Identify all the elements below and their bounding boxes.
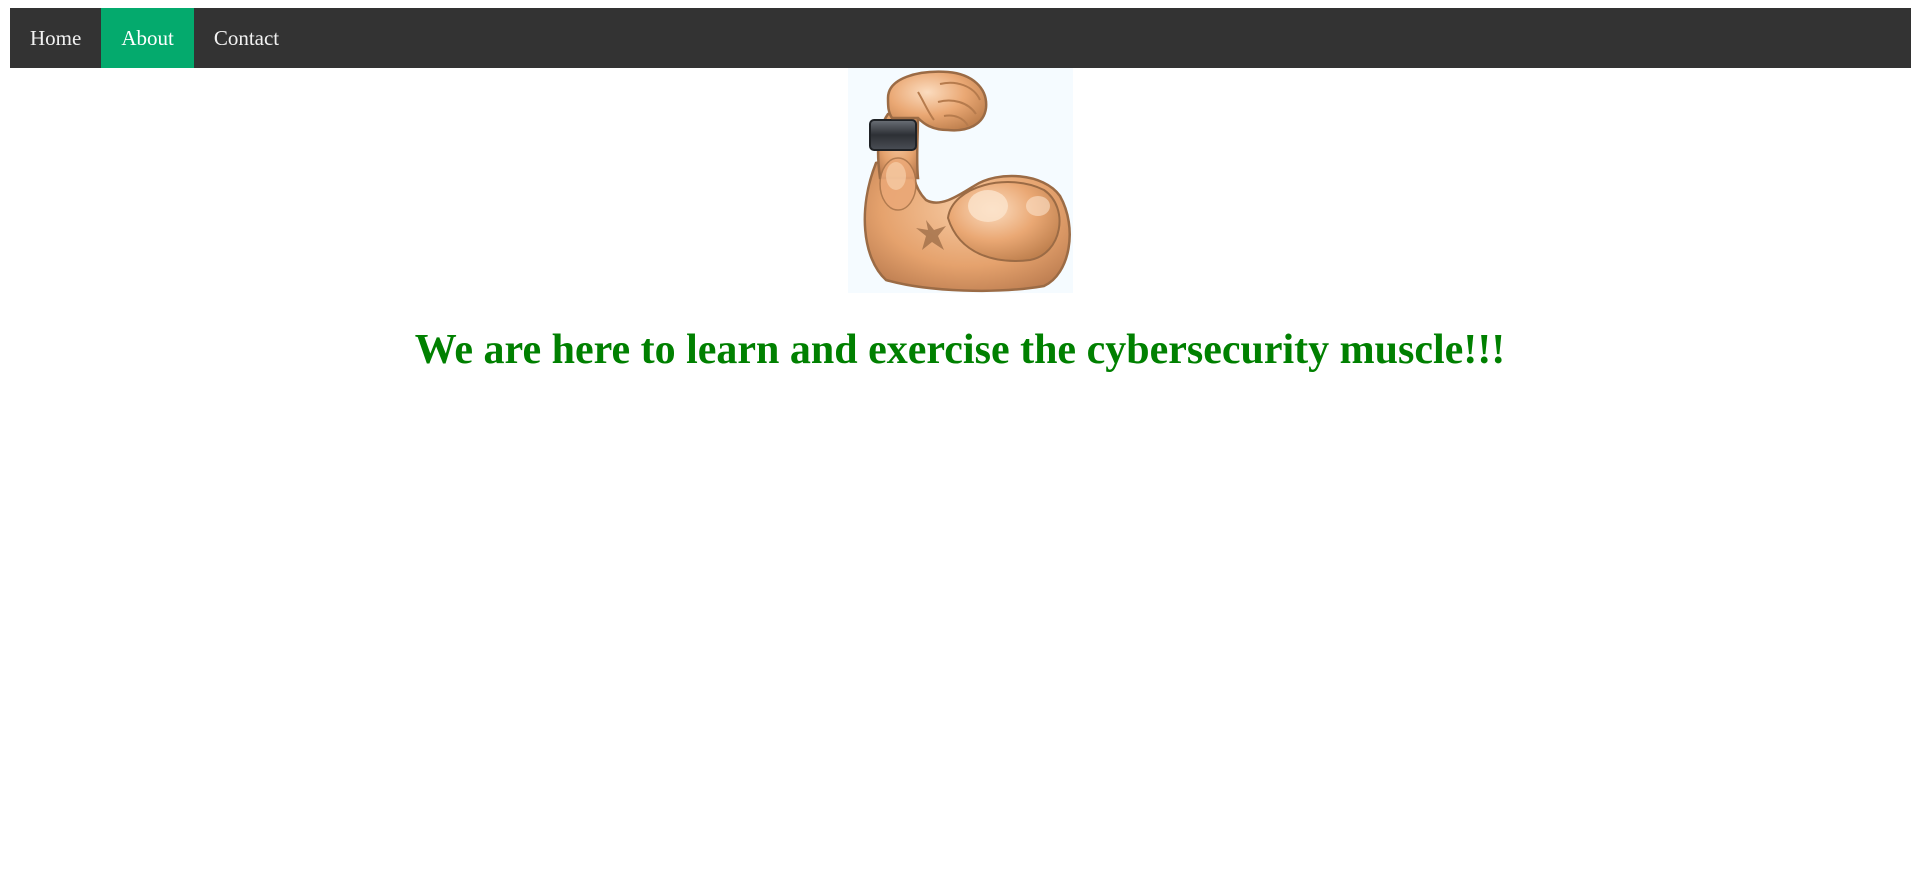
top-navigation-bar: Home About Contact — [10, 8, 1911, 68]
nav-link-home[interactable]: Home — [10, 8, 101, 68]
page: Home About Contact We are here to learn … — [0, 0, 1915, 896]
flexed-biceps-icon — [863, 70, 1071, 293]
headline: We are here to learn and exercise the cy… — [414, 327, 1506, 373]
hero-image — [848, 68, 1073, 293]
nav-link-contact[interactable]: Contact — [194, 8, 299, 68]
nav-link-about[interactable]: About — [101, 8, 194, 68]
